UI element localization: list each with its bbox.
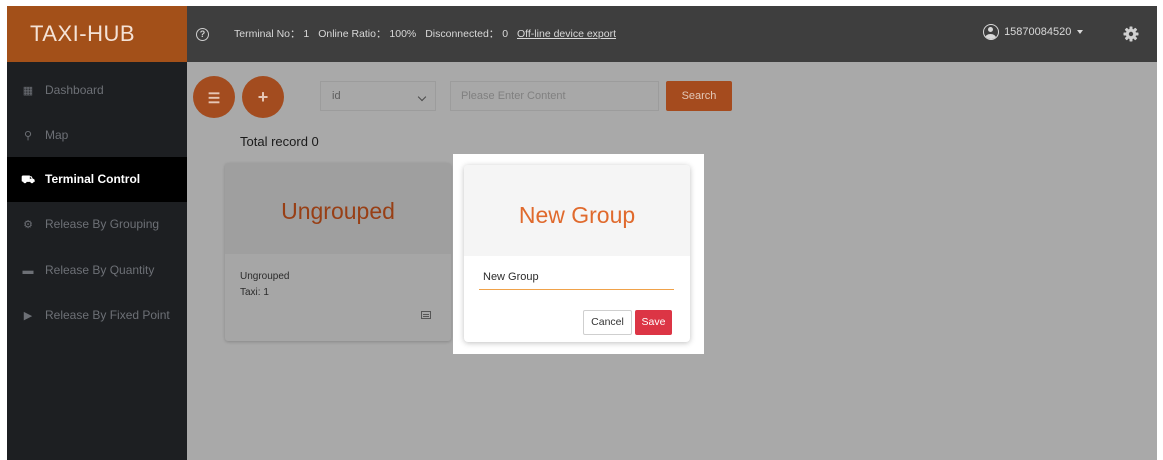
- save-button[interactable]: Save: [635, 310, 672, 335]
- group-card-name: Ungrouped: [240, 271, 290, 282]
- list-view-button[interactable]: ☰: [193, 76, 235, 118]
- details-icon[interactable]: [421, 311, 431, 319]
- app-window: TAXI-HUB ? Terminal No： 1 Online Ratio： …: [7, 6, 1157, 460]
- map-icon: ⚲: [23, 130, 33, 142]
- sidebar-item-release-by-grouping[interactable]: ⚙ Release By Grouping: [7, 202, 187, 247]
- search-input[interactable]: Please Enter Content: [450, 81, 659, 111]
- add-group-button[interactable]: +: [242, 76, 284, 118]
- sidebar-item-map[interactable]: ⚲ Map: [7, 113, 187, 158]
- group-card-count: Taxi: 1: [240, 287, 269, 298]
- dialog-title: New Group: [464, 165, 690, 256]
- sidebar-item-label: Release By Grouping: [45, 217, 160, 231]
- chevron-down-icon: [417, 92, 427, 102]
- avatar-icon: [983, 24, 999, 40]
- sidebar-item-dashboard[interactable]: ▦ Dashboard: [7, 68, 187, 113]
- user-phone: 15870084520: [1004, 26, 1072, 38]
- select-value: id: [332, 90, 341, 102]
- sidebar-item-release-by-fixed-point[interactable]: ▶ Release By Fixed Point: [7, 293, 187, 338]
- dashboard-icon: ▦: [22, 85, 34, 97]
- new-group-dialog: New Group New Group Cancel Save: [464, 165, 690, 342]
- play-icon: ▶: [23, 310, 33, 322]
- group-card-ungrouped[interactable]: Ungrouped Ungrouped Taxi: 1: [225, 163, 451, 341]
- sidebar-item-label: Map: [45, 128, 69, 142]
- terminal-stats: Terminal No： 1 Online Ratio： 100% Discon…: [234, 26, 622, 41]
- plus-icon: +: [257, 87, 269, 107]
- user-menu[interactable]: 15870084520: [983, 24, 1084, 40]
- car-icon: ⛟: [21, 174, 35, 186]
- sidebar-item-label: Dashboard: [45, 83, 104, 97]
- disconnected-count: Disconnected： 0: [425, 28, 509, 40]
- grouping-icon: ⚙: [23, 219, 33, 231]
- top-bar: TAXI-HUB ? Terminal No： 1 Online Ratio： …: [7, 6, 1157, 62]
- sidebar-item-terminal-control[interactable]: ⛟ Terminal Control: [7, 157, 187, 202]
- search-field-select[interactable]: id: [320, 81, 436, 111]
- sidebar-item-label: Release By Quantity: [45, 263, 155, 277]
- sidebar: ▦ Dashboard ⚲ Map ⛟ Terminal Control ⚙ Relea…: [7, 62, 187, 460]
- offline-export-link[interactable]: Off-line device export: [517, 28, 616, 40]
- online-ratio: Online Ratio： 100%: [318, 28, 417, 40]
- quantity-icon: ▬: [22, 265, 34, 277]
- help-icon[interactable]: ?: [196, 28, 209, 41]
- terminal-no: Terminal No： 1: [234, 28, 310, 40]
- group-card-title: Ungrouped: [225, 163, 451, 254]
- total-record: Total record 0: [240, 134, 319, 149]
- cancel-button[interactable]: Cancel: [583, 310, 632, 335]
- sidebar-item-release-by-quantity[interactable]: ▬ Release By Quantity: [7, 248, 187, 293]
- brand-logo[interactable]: TAXI-HUB: [7, 6, 187, 62]
- sidebar-item-label: Terminal Control: [45, 172, 141, 186]
- group-name-input[interactable]: New Group: [479, 268, 674, 290]
- chevron-down-icon: [1077, 30, 1084, 34]
- gear-icon[interactable]: [1123, 26, 1139, 42]
- list-icon: ☰: [207, 90, 221, 106]
- search-button[interactable]: Search: [666, 81, 732, 111]
- sidebar-item-label: Release By Fixed Point: [45, 308, 170, 322]
